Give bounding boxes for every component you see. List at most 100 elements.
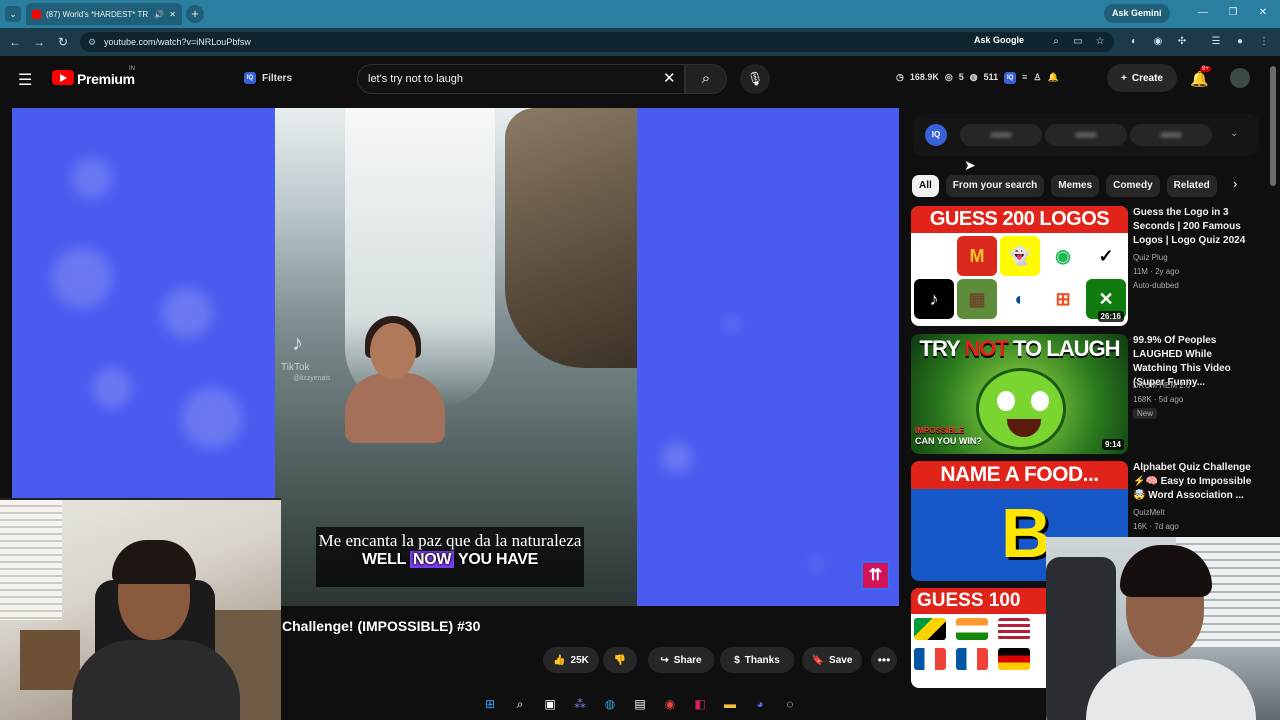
- tab-search-icon[interactable]: ⌄: [5, 6, 21, 22]
- clear-search-icon[interactable]: ✕: [663, 69, 676, 87]
- file-explorer-icon[interactable]: ▬: [720, 694, 740, 714]
- france-flag-icon: [914, 648, 946, 670]
- chevron-down-icon[interactable]: ⌄: [1230, 128, 1238, 139]
- share-button[interactable]: ↪ Share: [648, 647, 714, 673]
- discord-icon[interactable]: ◕: [750, 694, 770, 714]
- taskbar: ⊞ ⌕ ▣ ⁂ ◍ ▤ ◉ ◧ ▬ ◕ ◌: [480, 690, 800, 718]
- avatar[interactable]: [1230, 68, 1250, 88]
- trophy-icon[interactable]: ♙: [1033, 72, 1041, 84]
- thumbnail-text: NAME A FOOD...: [911, 461, 1128, 489]
- chip-comedy[interactable]: Comedy: [1106, 175, 1160, 197]
- url-input[interactable]: ⚙ youtube.com/watch?v=iNRLouPbfsw: [80, 32, 1114, 52]
- app-icon[interactable]: ◧: [690, 694, 710, 714]
- video-title[interactable]: Guess the Logo in 3 Seconds | 200 Famous…: [1133, 206, 1258, 248]
- video-thumbnail[interactable]: TRY NOT TO LAUGH IMPOSSIBLE CAN YOU WIN?…: [911, 334, 1128, 454]
- save-button[interactable]: 🔖 Save: [802, 647, 862, 673]
- channel-watermark-icon[interactable]: ⇈: [861, 561, 890, 590]
- ask-google-button[interactable]: Ask Google: [974, 35, 1024, 45]
- video-thumbnail[interactable]: GUESS 200 LOGOS M 👻 ◉ ✓ ♪ ▦ ◐ ⊞ ✕ 26:16: [911, 206, 1128, 326]
- forward-arrow-icon[interactable]: →: [30, 33, 48, 51]
- tiktok-logo-icon: ♪: [914, 279, 954, 319]
- caption-highlight: NOW: [409, 551, 455, 568]
- browser-menu-icon[interactable]: ⋮: [1257, 35, 1271, 49]
- reading-list-icon[interactable]: ☰: [1209, 35, 1223, 49]
- thanks-button[interactable]: $ Thanks: [720, 647, 794, 673]
- logo-text[interactable]: Premium: [77, 71, 135, 87]
- auto-dubbed-badge: Auto-dubbed: [1133, 281, 1179, 290]
- minimize-icon[interactable]: —: [1196, 5, 1210, 21]
- cast-icon[interactable]: ▭: [1071, 35, 1085, 49]
- chip-related[interactable]: Related: [1166, 175, 1217, 197]
- iq-pill[interactable]: [1130, 124, 1212, 146]
- alert-icon[interactable]: 🔔: [1048, 72, 1059, 84]
- chip-memes[interactable]: Memes: [1051, 175, 1100, 197]
- search-input[interactable]: let's try not to laugh: [357, 64, 685, 94]
- caption-word: YOU HAVE: [458, 551, 539, 568]
- scrollbar[interactable]: [1270, 66, 1276, 186]
- germany-flag-icon: [998, 648, 1030, 670]
- teams-icon[interactable]: ⁂: [570, 694, 590, 714]
- stat-icon: ◍: [969, 72, 978, 82]
- channel-name[interactable]: DRUM HEM 2.0: [1133, 381, 1190, 390]
- chrome-icon[interactable]: ◉: [660, 694, 680, 714]
- ask-gemini-button[interactable]: Ask Gemini: [1104, 4, 1170, 23]
- extension-icon[interactable]: ◉: [1151, 35, 1165, 49]
- site-info-icon[interactable]: ⚙: [88, 37, 98, 48]
- mouse-cursor-icon: ➤: [964, 157, 976, 173]
- chip-from-your-search[interactable]: From your search: [945, 175, 1045, 197]
- zoom-icon[interactable]: ⌕: [1049, 35, 1063, 49]
- iq-icon[interactable]: IQ: [1004, 72, 1017, 84]
- restore-icon[interactable]: ❐: [1226, 5, 1240, 21]
- new-tab-button[interactable]: +: [186, 5, 204, 23]
- voice-search-button[interactable]: 🎙: [740, 64, 770, 94]
- windows-start-icon[interactable]: ⊞: [480, 694, 500, 714]
- notifications-bell-icon[interactable]: 🔔: [1190, 70, 1209, 88]
- thanks-icon: $: [734, 654, 740, 666]
- bookmark-star-icon[interactable]: ☆: [1093, 35, 1107, 49]
- recommended-video[interactable]: TRY NOT TO LAUGH IMPOSSIBLE CAN YOU WIN?…: [911, 334, 1265, 456]
- store-icon[interactable]: ▤: [630, 694, 650, 714]
- thumbnail-text: IMPOSSIBLE: [915, 426, 965, 435]
- webcam-overlay-left: [0, 498, 281, 720]
- chevron-right-icon[interactable]: ›: [1233, 176, 1237, 191]
- window-close-icon[interactable]: ✕: [1256, 5, 1270, 21]
- create-button[interactable]: + Create: [1107, 64, 1177, 92]
- extensions-puzzle-icon[interactable]: ✣: [1175, 35, 1189, 49]
- tab-close-icon[interactable]: ✕: [169, 10, 176, 19]
- channel-name[interactable]: Quiz Plug: [1133, 253, 1168, 262]
- thumbs-up-icon: 👍: [553, 654, 566, 666]
- search-button[interactable]: ⌕: [685, 64, 727, 94]
- video-title[interactable]: Alphabet Quiz Challenge ⚡🧠 Easy to Impos…: [1133, 461, 1258, 503]
- edge-icon[interactable]: ◍: [600, 694, 620, 714]
- menu-icon[interactable]: ☰: [18, 70, 32, 90]
- extension-icon[interactable]: ◐: [1127, 35, 1141, 49]
- search-icon[interactable]: ⌕: [510, 694, 530, 714]
- list-icon[interactable]: ≡: [1022, 72, 1027, 84]
- profile-icon[interactable]: ●: [1233, 35, 1247, 49]
- browser-tab[interactable]: (87) World's *HARDEST* TR 🔊 ✕: [26, 3, 182, 25]
- tab-audio-icon[interactable]: 🔊: [154, 10, 164, 19]
- channel-name[interactable]: QuizMelt: [1133, 508, 1165, 517]
- video-meta: 11M · 2y ago: [1133, 267, 1180, 276]
- tiktok-logo-icon: ♪: [292, 330, 303, 355]
- reload-icon[interactable]: ↻: [54, 33, 72, 51]
- task-view-icon[interactable]: ▣: [540, 694, 560, 714]
- dislike-button[interactable]: 👎: [603, 647, 637, 673]
- filters-label: Filters: [262, 72, 293, 84]
- thumbnail-text: TRY NOT TO LAUGH: [919, 336, 1121, 361]
- youtube-logo-icon[interactable]: [52, 70, 74, 85]
- recommended-video[interactable]: GUESS 200 LOGOS M 👻 ◉ ✓ ♪ ▦ ◐ ⊞ ✕ 26:16 …: [911, 206, 1265, 328]
- more-actions-icon[interactable]: •••: [871, 647, 897, 673]
- iq-pill[interactable]: [1045, 124, 1127, 146]
- back-arrow-icon[interactable]: ←: [6, 33, 24, 51]
- like-count: 25K: [570, 654, 589, 666]
- iq-logo-icon[interactable]: IQ: [925, 124, 947, 146]
- chip-all[interactable]: All: [912, 175, 939, 197]
- filters-button[interactable]: IQ Filters: [238, 68, 298, 88]
- video-meta: 16K · 7d ago: [1133, 522, 1179, 531]
- like-button[interactable]: 👍 25K: [543, 647, 599, 673]
- video-duration: 9:14: [1101, 439, 1124, 450]
- app-icon[interactable]: ◌: [780, 694, 800, 714]
- iq-pill[interactable]: [960, 124, 1042, 146]
- snapchat-logo-icon: 👻: [1000, 236, 1040, 276]
